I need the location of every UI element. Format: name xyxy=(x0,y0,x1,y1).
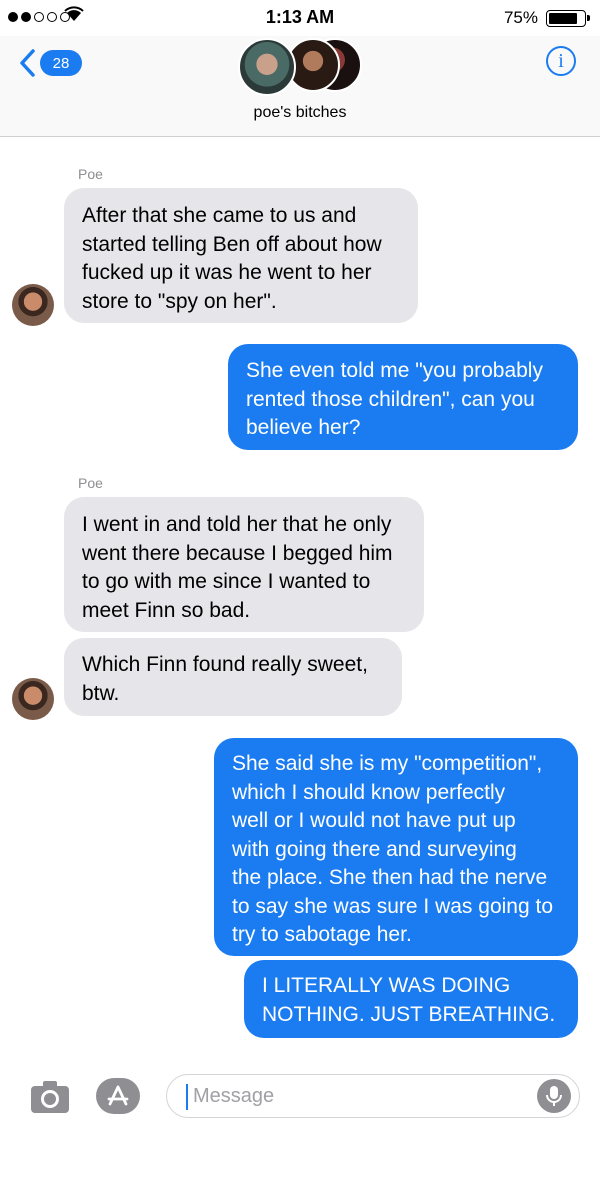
message-text: She said she is my "competition", which … xyxy=(232,752,553,946)
avatar xyxy=(238,38,296,96)
back-chevron-icon xyxy=(20,49,35,77)
message-text: After that she came to us and started te… xyxy=(82,204,382,313)
group-name[interactable]: poe's bitches xyxy=(0,104,600,122)
info-icon[interactable]: i xyxy=(546,46,576,76)
incoming-message[interactable]: Which Finn found really sweet, btw. xyxy=(64,638,402,716)
avatar[interactable] xyxy=(12,284,54,326)
app-store-button[interactable] xyxy=(96,1078,140,1114)
incoming-message[interactable]: After that she came to us and started te… xyxy=(64,188,418,323)
status-bar: 1:13 AM 75% xyxy=(0,0,600,36)
message-text: I went in and told her that he only went… xyxy=(82,513,393,622)
conversation-header: 28 poe's bitches i xyxy=(0,36,600,137)
app-store-icon xyxy=(107,1085,129,1106)
outgoing-message[interactable]: I LITERALLY WAS DOING NOTHING. JUST BREA… xyxy=(244,960,578,1038)
message-placeholder: Message xyxy=(193,1085,275,1107)
microphone-button[interactable] xyxy=(537,1079,571,1113)
text-caret xyxy=(186,1084,188,1110)
incoming-message[interactable]: I went in and told her that he only went… xyxy=(64,497,424,632)
message-text: Which Finn found really sweet, btw. xyxy=(82,653,368,705)
avatar[interactable] xyxy=(12,678,54,720)
outgoing-message[interactable]: She even told me "you probably rented th… xyxy=(228,344,578,450)
group-avatars[interactable] xyxy=(238,38,368,96)
message-text: I LITERALLY WAS DOING NOTHING. JUST BREA… xyxy=(262,974,556,1026)
unread-count-badge: 28 xyxy=(40,50,82,76)
outgoing-message[interactable]: She said she is my "competition", which … xyxy=(214,738,578,956)
sender-name: Poe xyxy=(78,166,103,182)
back-button[interactable]: 28 xyxy=(18,48,82,78)
camera-icon[interactable] xyxy=(30,1080,70,1114)
battery-percentage: 75% xyxy=(503,8,538,27)
message-input[interactable]: Message xyxy=(166,1074,580,1118)
sender-name: Poe xyxy=(78,475,103,491)
message-text: She even told me "you probably rented th… xyxy=(246,359,543,439)
microphone-icon xyxy=(546,1086,562,1106)
battery-icon xyxy=(546,10,590,27)
